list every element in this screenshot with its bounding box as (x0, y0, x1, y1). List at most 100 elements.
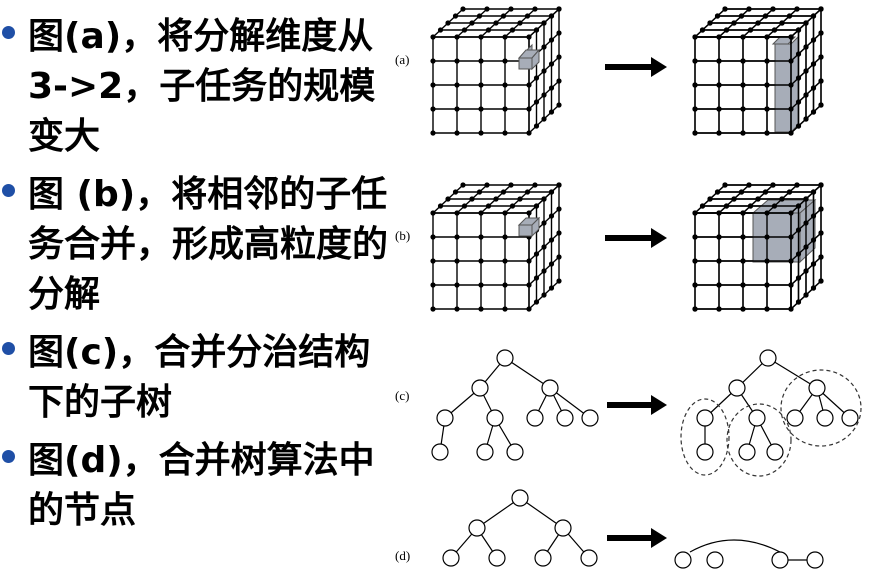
cube-a-left-node (556, 78, 562, 84)
cube-a-right-overlay-node (818, 6, 824, 12)
cube-b-right-overlay-node (818, 278, 824, 284)
cube-b-left-node (500, 189, 507, 195)
cube-b-left-node (541, 268, 547, 274)
cube-a-right-overlay-node (818, 30, 824, 36)
cube-b-left-node (526, 210, 532, 216)
cube-a-right-overlay-node (731, 20, 737, 26)
label-a: (a) (395, 52, 409, 67)
cube-a-right-overlay-node (764, 82, 770, 88)
cube-a-right-overlay-node (795, 123, 802, 129)
cube-a-left-node (461, 27, 468, 33)
cube-a-right-overlay-node (795, 75, 802, 81)
cube-a-right-overlay-node (788, 130, 794, 136)
cube-a-right-overlay-node (818, 102, 824, 108)
cube-b-left-node (556, 278, 562, 284)
cube-a-right-overlay-node (764, 58, 770, 64)
cube-a-left-node (454, 34, 460, 40)
cube-a-left-node (430, 34, 436, 40)
cube-b-left-node (502, 306, 508, 312)
cube-b-right-overlay-node (740, 282, 746, 288)
cube-b-right-overlay-node (788, 234, 794, 240)
cube-a-left-node (452, 13, 459, 19)
bullet-dot (2, 184, 15, 197)
cube-b-left-node (548, 213, 555, 219)
cube-b-left-node (533, 275, 540, 281)
tree-d-right-node (706, 551, 724, 569)
cube-b-left-node (430, 306, 436, 312)
cube-b-right-overlay-node (740, 258, 746, 264)
subtask-front-a (518, 57, 533, 70)
cube-a-right-overlay-node (818, 54, 824, 60)
cube-b-right-overlay-node (764, 306, 770, 312)
tree-d-right-node (806, 551, 824, 569)
cube-a-right-overlay-node (699, 27, 706, 33)
cube-b-right-overlay-node (810, 213, 817, 219)
cube-b-right-overlay-node (746, 182, 752, 188)
cube-b-left-node (533, 299, 540, 305)
bullet-item-b: 图 (b)，将相邻的子任务合并，形成高粒度的分解 (0, 170, 390, 320)
cube-b-left-node (556, 182, 562, 188)
cube-a-left-node (548, 37, 555, 43)
cube-a-left-node (526, 130, 532, 136)
tree-c-right-node (696, 443, 714, 461)
cube-b-right-overlay-node (770, 182, 776, 188)
cube-a-left-node (541, 92, 547, 98)
cube-b-right-overlay-node (795, 251, 802, 257)
cube-b-left-node (430, 210, 436, 216)
cube-b-right-overlay-node (738, 189, 745, 195)
cube-b-right-overlay-node (716, 258, 722, 264)
cube-b-left-node (526, 306, 532, 312)
cube-b-left-node (502, 234, 508, 240)
arrow-b-head (651, 228, 667, 248)
cube-a-left-node (430, 82, 436, 88)
cube-a-left-node (526, 82, 532, 88)
tree-d-left-node (442, 549, 460, 567)
cube-a-left-node (556, 54, 562, 60)
cube-a-right-overlay-node (788, 58, 794, 64)
cube-b-left-node (526, 258, 532, 264)
cube-b-left-node (454, 258, 460, 264)
tree-c-right-node (816, 409, 834, 427)
cube-b-left-node (476, 189, 483, 195)
cube-b-right-overlay-node (779, 196, 785, 202)
cube-a-right-overlay-node (764, 34, 770, 40)
cube-a-right-overlay-node (764, 106, 770, 112)
cube-a-right-overlay-node (692, 106, 698, 112)
cube-a-right-overlay-node (786, 13, 793, 19)
cube-b-right-overlay-node (740, 210, 746, 216)
cube-a-right-overlay-node (716, 34, 722, 40)
cube-b-left-node (454, 210, 460, 216)
cube-b-left-node (485, 203, 492, 209)
cube-b-left-node (548, 237, 555, 243)
cube-b-right-overlay-node (794, 182, 800, 188)
cube-a-right-overlay-node (810, 61, 817, 67)
cube-a-right-overlay-node (803, 92, 809, 98)
bullet-text-c: 图(c)，合并分治结构下的子树 (28, 332, 371, 423)
cube-b-right-overlay-node (795, 299, 802, 305)
cube-a-left-node (502, 34, 508, 40)
cube-b-right-overlay-node (788, 258, 794, 264)
cube-a-right-overlay-node (692, 58, 698, 64)
cube-a-right-overlay-node (788, 82, 794, 88)
cube-a-right-overlay-node (740, 82, 746, 88)
cube-a-left-node (533, 75, 540, 81)
arrow-d-head (651, 528, 667, 548)
cube-b-right-overlay-node (692, 258, 698, 264)
cube-b-left-node (548, 285, 555, 291)
tree-c-right-node (748, 409, 766, 427)
cube-a-left-node (500, 13, 507, 19)
tree-d-right-node (771, 551, 789, 569)
cube-a-right-overlay-node (779, 20, 785, 26)
cube-b-left-node (548, 189, 555, 195)
cube-a-left-node (556, 6, 562, 12)
cube-b-left-node (478, 258, 484, 264)
cube-a-left-node (478, 34, 484, 40)
cube-b-right-overlay-node (755, 196, 761, 202)
cube-b-right-overlay-node (788, 306, 794, 312)
cube-b-right-overlay-node (699, 203, 706, 209)
cube-b-right-overlay-node (764, 282, 770, 288)
cube-a-right-overlay-node (762, 13, 769, 19)
cube-a-left-node (524, 13, 531, 19)
cube-a-left-node (541, 44, 547, 50)
cube-a-left-node (502, 82, 508, 88)
